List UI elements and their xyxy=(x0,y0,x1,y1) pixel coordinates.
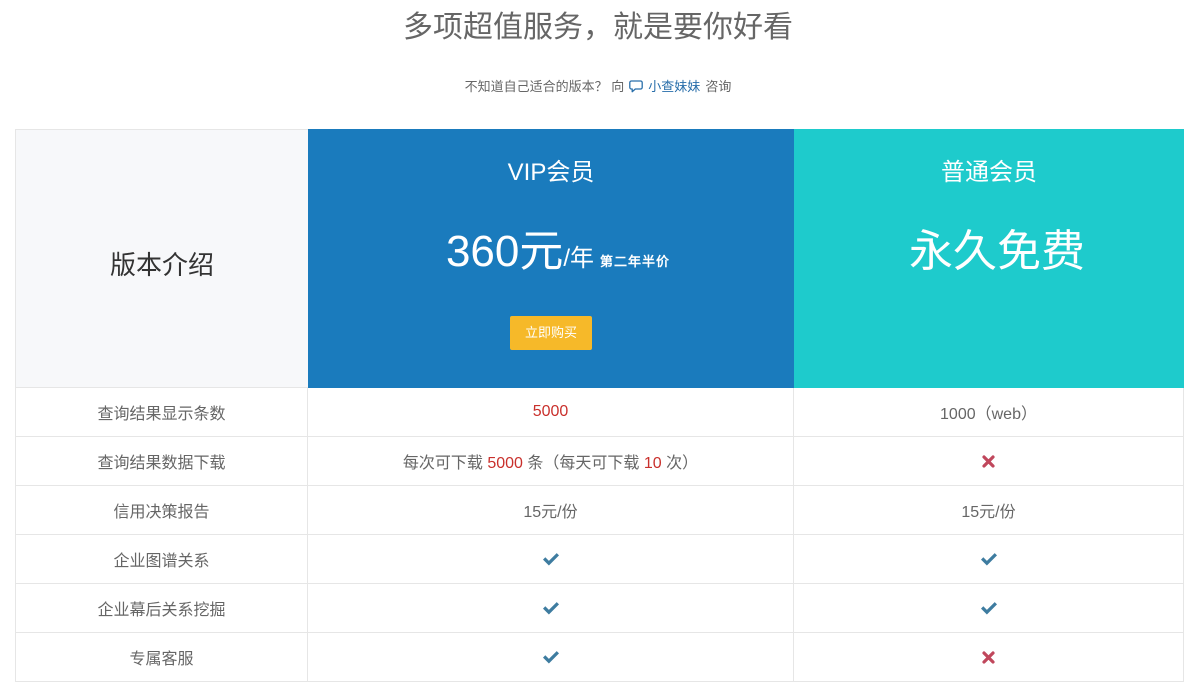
value-segment: 次） xyxy=(661,455,699,472)
check-icon xyxy=(542,552,559,566)
buy-button[interactable]: 立即购买 xyxy=(510,316,592,350)
basic-plan-name: 普通会员 xyxy=(941,159,1037,186)
consult-hint-prefix: 不知道自己适合的版本？ 向 xyxy=(464,79,625,94)
basic-value-cell xyxy=(794,535,1184,584)
basic-header-cell: 普通会员 永久免费 xyxy=(794,129,1184,388)
check-icon xyxy=(980,552,997,566)
basic-value: 1000（web） xyxy=(940,400,1037,424)
value-segment: 5000 xyxy=(532,403,569,420)
cross-icon xyxy=(982,454,995,468)
vip-plan-name: VIP会员 xyxy=(507,159,595,186)
feature-name: 企业幕后关系挖掘 xyxy=(97,602,226,619)
value-segment: 15元/份 xyxy=(961,504,1016,521)
value-segment: 条（每天可下载 xyxy=(522,455,644,472)
basic-value-cell: 1000（web） xyxy=(794,388,1184,437)
vip-value-cell xyxy=(308,633,794,682)
table-row: 查询结果显示条数 5000 1000（web） xyxy=(15,388,1184,437)
feature-name: 专属客服 xyxy=(129,651,194,668)
page-title: 多项超值服务，就是要你好看 xyxy=(403,11,793,44)
vip-price-unit: /年 xyxy=(563,245,595,272)
basic-value: 15元/份 xyxy=(961,498,1015,522)
plan-header-row: 版本介绍 VIP会员 360元/年 第二年半价 立即购买 普通会员 永久免费 xyxy=(15,129,1184,388)
intro-header-cell: 版本介绍 xyxy=(15,129,308,388)
feature-name-cell: 查询结果数据下载 xyxy=(15,437,308,486)
vip-header-cell: VIP会员 360元/年 第二年半价 立即购买 xyxy=(308,129,794,388)
feature-name-cell: 企业幕后关系挖掘 xyxy=(15,584,308,633)
chat-icon xyxy=(629,80,644,93)
consult-hint-suffix: 咨询 xyxy=(705,79,732,94)
basic-value-cell xyxy=(794,437,1184,486)
check-icon xyxy=(542,650,559,664)
feature-name: 企业图谱关系 xyxy=(113,553,210,570)
table-row: 专属客服 xyxy=(15,633,1184,682)
consult-link-label: 小查妹妹 xyxy=(648,79,701,94)
vip-value-cell: 15元/份 xyxy=(308,486,794,535)
vip-value: 每次可下载 5000 条（每天可下载 10 次） xyxy=(403,449,698,473)
vip-value: 15元/份 xyxy=(523,498,577,522)
feature-name-cell: 专属客服 xyxy=(15,633,308,682)
check-icon xyxy=(542,601,559,615)
intro-label: 版本介绍 xyxy=(109,250,214,280)
vip-value: 5000 xyxy=(533,403,569,421)
feature-name: 信用决策报告 xyxy=(113,504,210,521)
value-segment: 1000（web） xyxy=(940,406,1037,423)
feature-name: 查询结果数据下载 xyxy=(97,455,226,472)
pricing-table: 版本介绍 VIP会员 360元/年 第二年半价 立即购买 普通会员 永久免费 查询… xyxy=(15,129,1184,682)
basic-value-cell xyxy=(794,584,1184,633)
vip-value-cell: 每次可下载 5000 条（每天可下载 10 次） xyxy=(308,437,794,486)
feature-name-cell: 信用决策报告 xyxy=(15,486,308,535)
table-row: 信用决策报告 15元/份 15元/份 xyxy=(15,486,1184,535)
value-segment: 10 xyxy=(643,455,662,472)
consult-link[interactable]: 小查妹妹 xyxy=(629,79,700,94)
value-segment: 每次可下载 xyxy=(402,455,488,472)
check-icon xyxy=(980,601,997,615)
vip-price: 360元/年 第二年半价 xyxy=(308,226,794,278)
vip-value-cell xyxy=(308,535,794,584)
feature-name: 查询结果显示条数 xyxy=(97,406,226,423)
value-segment: 5000 xyxy=(487,455,523,472)
cross-icon xyxy=(982,650,995,664)
consult-hint: 不知道自己适合的版本？ 向 小查妹妹 咨询 xyxy=(0,78,1196,96)
value-segment: 15元/份 xyxy=(523,504,578,521)
vip-price-amount: 360元 xyxy=(445,227,564,276)
table-row: 企业幕后关系挖掘 xyxy=(15,584,1184,633)
basic-value-cell xyxy=(794,633,1184,682)
vip-price-note: 第二年半价 xyxy=(600,254,671,269)
table-row: 企业图谱关系 xyxy=(15,535,1184,584)
vip-value-cell xyxy=(308,584,794,633)
feature-name-cell: 企业图谱关系 xyxy=(15,535,308,584)
basic-value-cell: 15元/份 xyxy=(794,486,1184,535)
table-row: 查询结果数据下载 每次可下载 5000 条（每天可下载 10 次） xyxy=(15,437,1184,486)
vip-value-cell: 5000 xyxy=(308,388,794,437)
basic-price: 永久免费 xyxy=(909,227,1085,276)
feature-name-cell: 查询结果显示条数 xyxy=(15,388,308,437)
